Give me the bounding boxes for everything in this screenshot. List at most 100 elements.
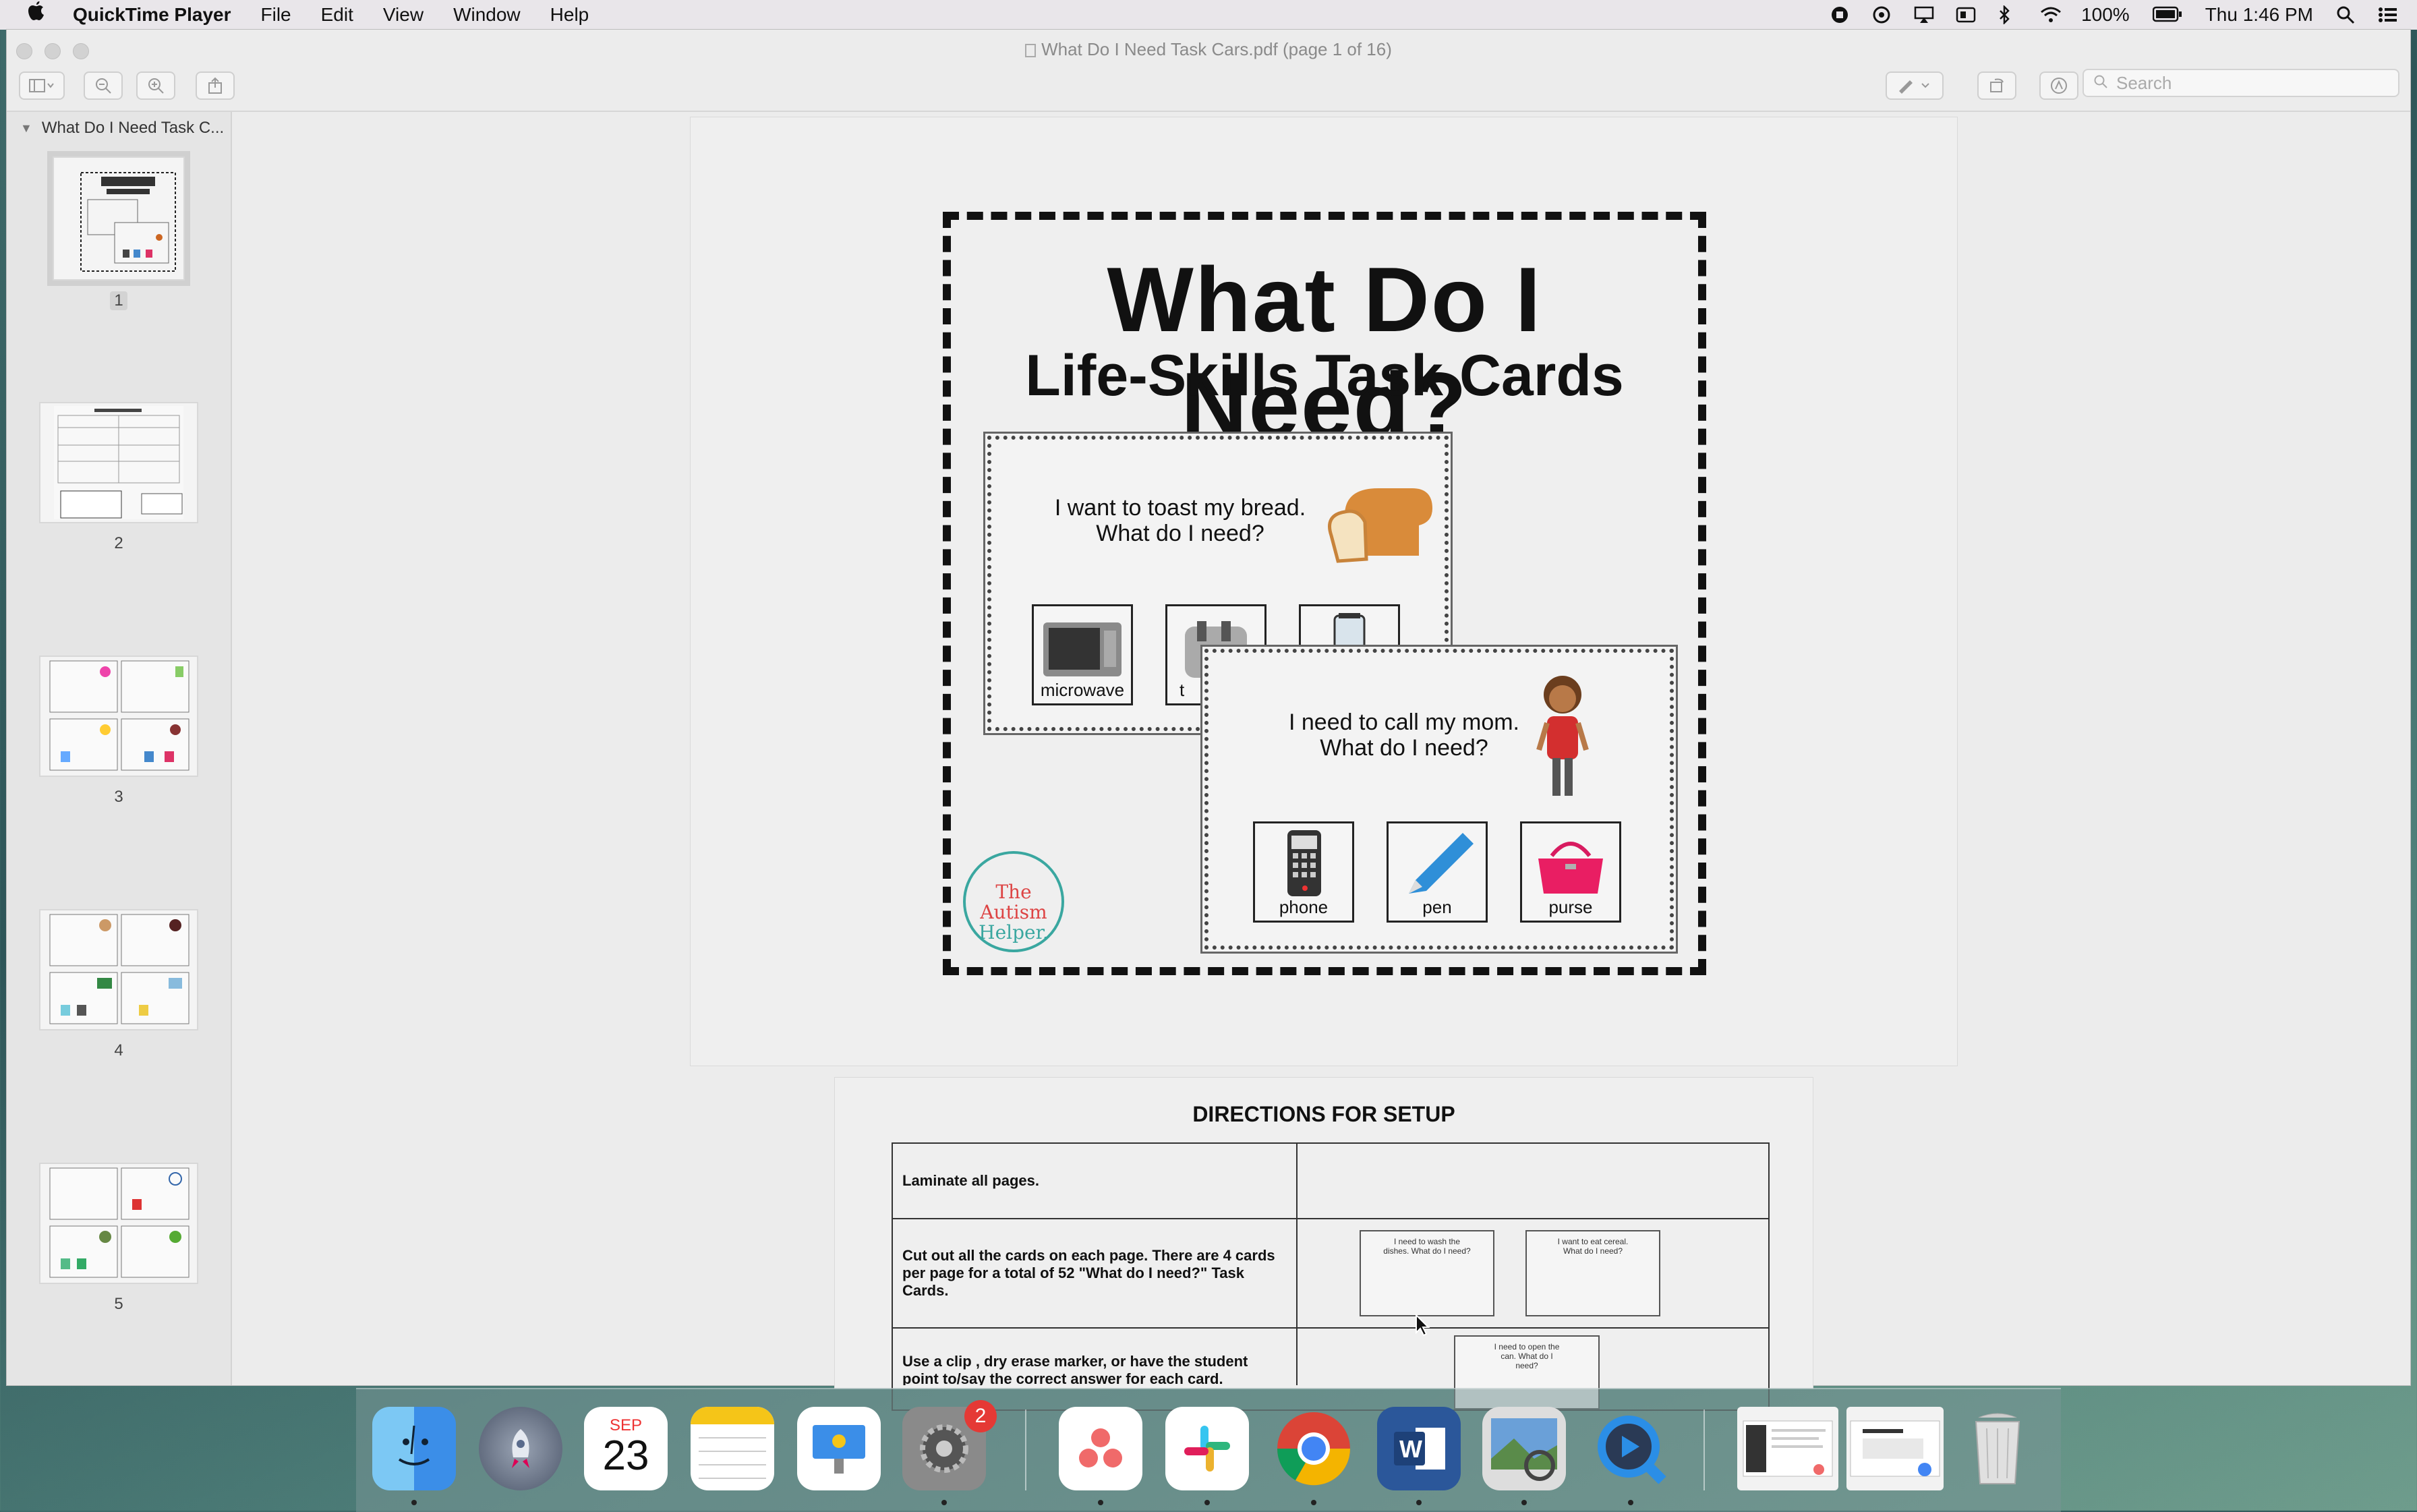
bluetooth-icon[interactable] xyxy=(1998,4,2016,26)
window-title-text: What Do I Need Task Cars.pdf (page 1 of … xyxy=(1041,39,1392,59)
card-question: I need to call my mom. What do I need? xyxy=(1262,709,1546,761)
menubar-clock[interactable]: Thu 1:46 PM xyxy=(2205,4,2313,26)
quicktime-icon[interactable] xyxy=(1589,1407,1672,1490)
page-number: 1 xyxy=(110,291,127,310)
zoom-out-button[interactable] xyxy=(84,71,123,100)
directions-title: DIRECTIONS FOR SETUP xyxy=(1192,1102,1455,1126)
svg-text:W: W xyxy=(1399,1435,1422,1463)
keynote-icon[interactable] xyxy=(797,1407,881,1490)
choice-microwave: microwave xyxy=(1032,604,1133,705)
card-question-line2: What do I need? xyxy=(1096,521,1264,546)
word-icon[interactable]: W xyxy=(1377,1407,1461,1490)
thumbnail-image xyxy=(47,151,190,286)
view-menu[interactable]: View xyxy=(383,4,424,26)
status-area: 100% Thu 1:46 PM xyxy=(1830,0,2397,30)
file-menu[interactable]: File xyxy=(261,4,291,26)
thumbnail-image xyxy=(39,656,198,777)
mini-task-card: I want to eat cereal. What do I need? xyxy=(1525,1230,1660,1316)
creative-cloud-icon[interactable] xyxy=(1872,5,1891,24)
search-placeholder: Search xyxy=(2116,72,2172,93)
help-menu[interactable]: Help xyxy=(550,4,589,26)
markup-toolbar-button[interactable] xyxy=(2039,71,2078,100)
thumbnail-image xyxy=(39,1163,198,1284)
running-indicator xyxy=(1311,1500,1316,1505)
pdf-page-1: What Do I Need? Life-Skills Task Cards I… xyxy=(691,117,1957,1066)
window-title: What Do I Need Task Cars.pdf (page 1 of … xyxy=(7,39,2410,60)
mom-figure-icon xyxy=(1525,669,1600,807)
calendar-day: 23 xyxy=(602,1432,649,1479)
display-icon[interactable] xyxy=(1956,5,1976,24)
page-thumbnail-5[interactable]: 5 xyxy=(7,1163,231,1314)
slack-icon[interactable] xyxy=(1165,1407,1249,1490)
autism-helper-logo: The Autism Helper. xyxy=(963,851,1064,952)
cover-frame: What Do I Need? Life-Skills Task Cards I… xyxy=(943,212,1706,975)
disclosure-triangle-icon[interactable]: ▼ xyxy=(20,121,32,136)
mini-card-text: I need to open the can. What do I need? xyxy=(1494,1342,1560,1370)
direction-text: Cut out all the cards on each page. Ther… xyxy=(893,1219,1298,1327)
dock: SEP 23 2 W xyxy=(356,1388,2061,1512)
directions-table: Laminate all pages. Cut out all the card… xyxy=(892,1142,1770,1411)
card-question-line1: I want to toast my bread. xyxy=(1054,495,1306,521)
card-question-line2: What do I need? xyxy=(1320,735,1488,761)
direction-text: Laminate all pages. xyxy=(893,1144,1298,1218)
logo-line1: The Autism xyxy=(980,881,1047,923)
direction-text: Use a clip , dry erase marker, or have t… xyxy=(893,1329,1298,1385)
mini-card-text: I need to wash the dishes. What do I nee… xyxy=(1383,1237,1471,1256)
table-row: Cut out all the cards on each page. Ther… xyxy=(893,1219,1768,1329)
running-indicator xyxy=(1204,1500,1210,1505)
page-thumbnail-1[interactable]: 1 xyxy=(7,151,231,310)
choice-label: purse xyxy=(1548,897,1593,917)
mini-card-text: I want to eat cereal. What do I need? xyxy=(1557,1237,1629,1256)
airplay-icon[interactable] xyxy=(1914,5,1934,24)
choice-purse: purse xyxy=(1520,821,1621,923)
markup-pen-button[interactable] xyxy=(1886,71,1944,100)
chrome-icon[interactable] xyxy=(1272,1407,1356,1490)
battery-percent: 100% xyxy=(2081,4,2130,25)
task-card-phone: I need to call my mom. What do I need? p… xyxy=(1204,649,1674,950)
trash-icon[interactable] xyxy=(1956,1407,2039,1490)
table-row: Laminate all pages. xyxy=(893,1144,1768,1219)
edit-menu[interactable]: Edit xyxy=(321,4,353,26)
choice-label: pen xyxy=(1422,897,1452,917)
page-thumbnail-4[interactable]: 4 xyxy=(7,909,231,1060)
sidebar-doc-name: What Do I Need Task C... xyxy=(41,119,225,137)
wifi-icon[interactable] xyxy=(2039,5,2062,24)
calendar-icon[interactable]: SEP 23 xyxy=(584,1407,668,1490)
notes-icon[interactable] xyxy=(691,1407,774,1490)
preview-icon[interactable] xyxy=(1482,1407,1566,1490)
app-menu[interactable]: QuickTime Player xyxy=(73,4,231,26)
choice-pen: pen xyxy=(1387,821,1488,923)
mini-task-card: I need to wash the dishes. What do I nee… xyxy=(1360,1230,1494,1316)
share-button[interactable] xyxy=(196,71,235,100)
search-field[interactable]: Search xyxy=(2083,69,2399,97)
sidebar-toggle-button[interactable] xyxy=(19,71,65,100)
dock-separator xyxy=(1025,1409,1026,1490)
running-indicator xyxy=(941,1500,947,1505)
finder-icon[interactable] xyxy=(372,1407,456,1490)
running-indicator xyxy=(1416,1500,1422,1505)
battery-icon[interactable] xyxy=(2152,5,2182,24)
zoom-in-button[interactable] xyxy=(136,71,175,100)
spotlight-search-icon[interactable] xyxy=(2336,5,2355,24)
card-question: I want to toast my bread. What do I need… xyxy=(1039,495,1322,546)
logo-line2: Helper. xyxy=(979,921,1049,943)
thumbnail-sidebar: ▼ What Do I Need Task C... 1 2 3 4 5 xyxy=(7,112,232,1385)
running-indicator xyxy=(1521,1500,1527,1505)
launchpad-icon[interactable] xyxy=(479,1407,562,1490)
page-number: 3 xyxy=(114,788,123,806)
minimized-window-1[interactable] xyxy=(1737,1407,1838,1490)
sidebar-document-header[interactable]: ▼ What Do I Need Task C... xyxy=(7,112,231,144)
rotate-button[interactable] xyxy=(1977,71,2016,100)
page-thumbnail-2[interactable]: 2 xyxy=(7,402,231,553)
page-thumbnail-3[interactable]: 3 xyxy=(7,656,231,807)
cover-subtitle: Life-Skills Task Cards xyxy=(1025,343,1624,408)
page-number: 4 xyxy=(114,1041,123,1059)
choice-phone: phone xyxy=(1253,821,1354,923)
minimized-window-2[interactable] xyxy=(1846,1407,1944,1490)
thumbnail-image xyxy=(39,909,198,1030)
window-menu[interactable]: Window xyxy=(453,4,521,26)
asana-icon[interactable] xyxy=(1059,1407,1142,1490)
screen-record-icon[interactable] xyxy=(1830,5,1849,24)
control-center-icon[interactable] xyxy=(2378,5,2397,24)
apple-menu-icon[interactable] xyxy=(27,1,47,28)
